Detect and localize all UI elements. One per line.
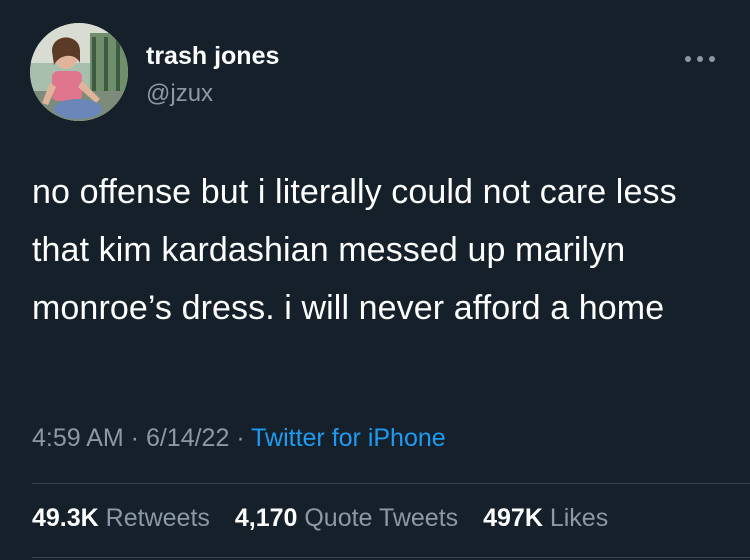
divider [32,483,750,484]
more-options-icon[interactable] [680,52,720,66]
tweet-metadata: 4:59 AM · 6/14/22 · Twitter for iPhone [32,424,446,453]
profile-photo [30,23,128,121]
author-display-name[interactable]: trash jones [146,42,279,71]
likes-label: Likes [549,504,609,532]
author-handle[interactable]: @jzux [146,80,213,108]
retweets-count: 49.3K [32,504,99,532]
retweets-label: Retweets [105,504,210,532]
meta-separator: · [123,424,146,452]
retweets-stat[interactable]: 49.3K Retweets [32,504,210,532]
likes-stat[interactable]: 497K Likes [483,504,608,532]
tweet-card: trash jones @jzux no offense but i liter… [0,0,750,560]
tweet-source-link[interactable]: Twitter for iPhone [251,424,446,452]
engagement-stats: 49.3K Retweets 4,170 Quote Tweets 497K L… [32,504,608,533]
tweet-text: no offense but i literally could not car… [32,173,677,327]
quote-tweets-stat[interactable]: 4,170 Quote Tweets [235,504,458,532]
tweet-time[interactable]: 4:59 AM [32,424,124,452]
quote-tweets-count: 4,170 [234,504,298,532]
quote-tweets-label: Quote Tweets [304,504,459,532]
likes-count: 497K [483,504,543,532]
divider [32,557,750,558]
avatar[interactable] [30,23,128,121]
meta-separator: · [229,424,252,452]
tweet-date[interactable]: 6/14/22 [146,424,229,452]
